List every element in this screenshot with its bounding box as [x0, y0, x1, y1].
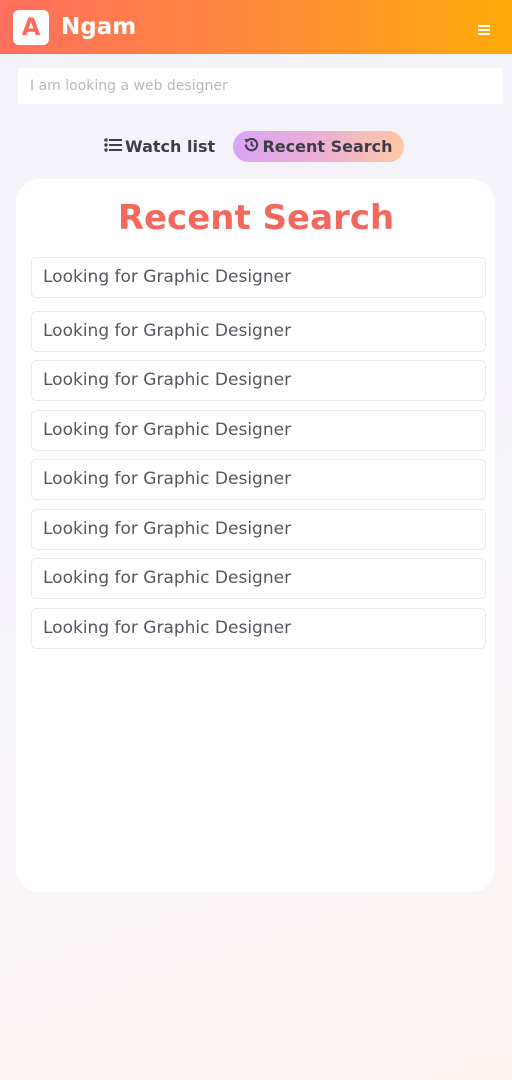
app-header: A Ngam — [0, 0, 512, 54]
tab-watch-list[interactable]: Watch list — [104, 131, 215, 162]
recent-search-title: Recent Search — [117, 198, 395, 238]
recent-search-item[interactable]: Looking for Graphic Designer — [31, 311, 486, 352]
recent-search-item[interactable]: Looking for Graphic Designer — [31, 459, 486, 500]
list-icon — [104, 131, 122, 162]
recent-search-item[interactable]: Looking for Graphic Designer — [31, 410, 486, 451]
tab-recent-search-label: Recent Search — [262, 137, 393, 156]
brand-name[interactable]: Ngam — [61, 12, 136, 42]
recent-search-item[interactable]: Looking for Graphic Designer — [31, 608, 486, 649]
search-input[interactable] — [18, 68, 503, 104]
recent-search-item[interactable]: Looking for Graphic Designer — [31, 360, 486, 401]
recent-search-item[interactable]: Looking for Graphic Designer — [31, 257, 486, 298]
logo[interactable]: A — [13, 10, 49, 45]
history-icon — [244, 131, 259, 162]
recent-search-item[interactable]: Looking for Graphic Designer — [31, 558, 486, 599]
menu-button[interactable] — [474, 19, 496, 39]
tab-recent-search[interactable]: Recent Search — [233, 131, 404, 162]
recent-search-item[interactable]: Looking for Graphic Designer — [31, 509, 486, 550]
tab-watch-list-label: Watch list — [125, 137, 216, 156]
